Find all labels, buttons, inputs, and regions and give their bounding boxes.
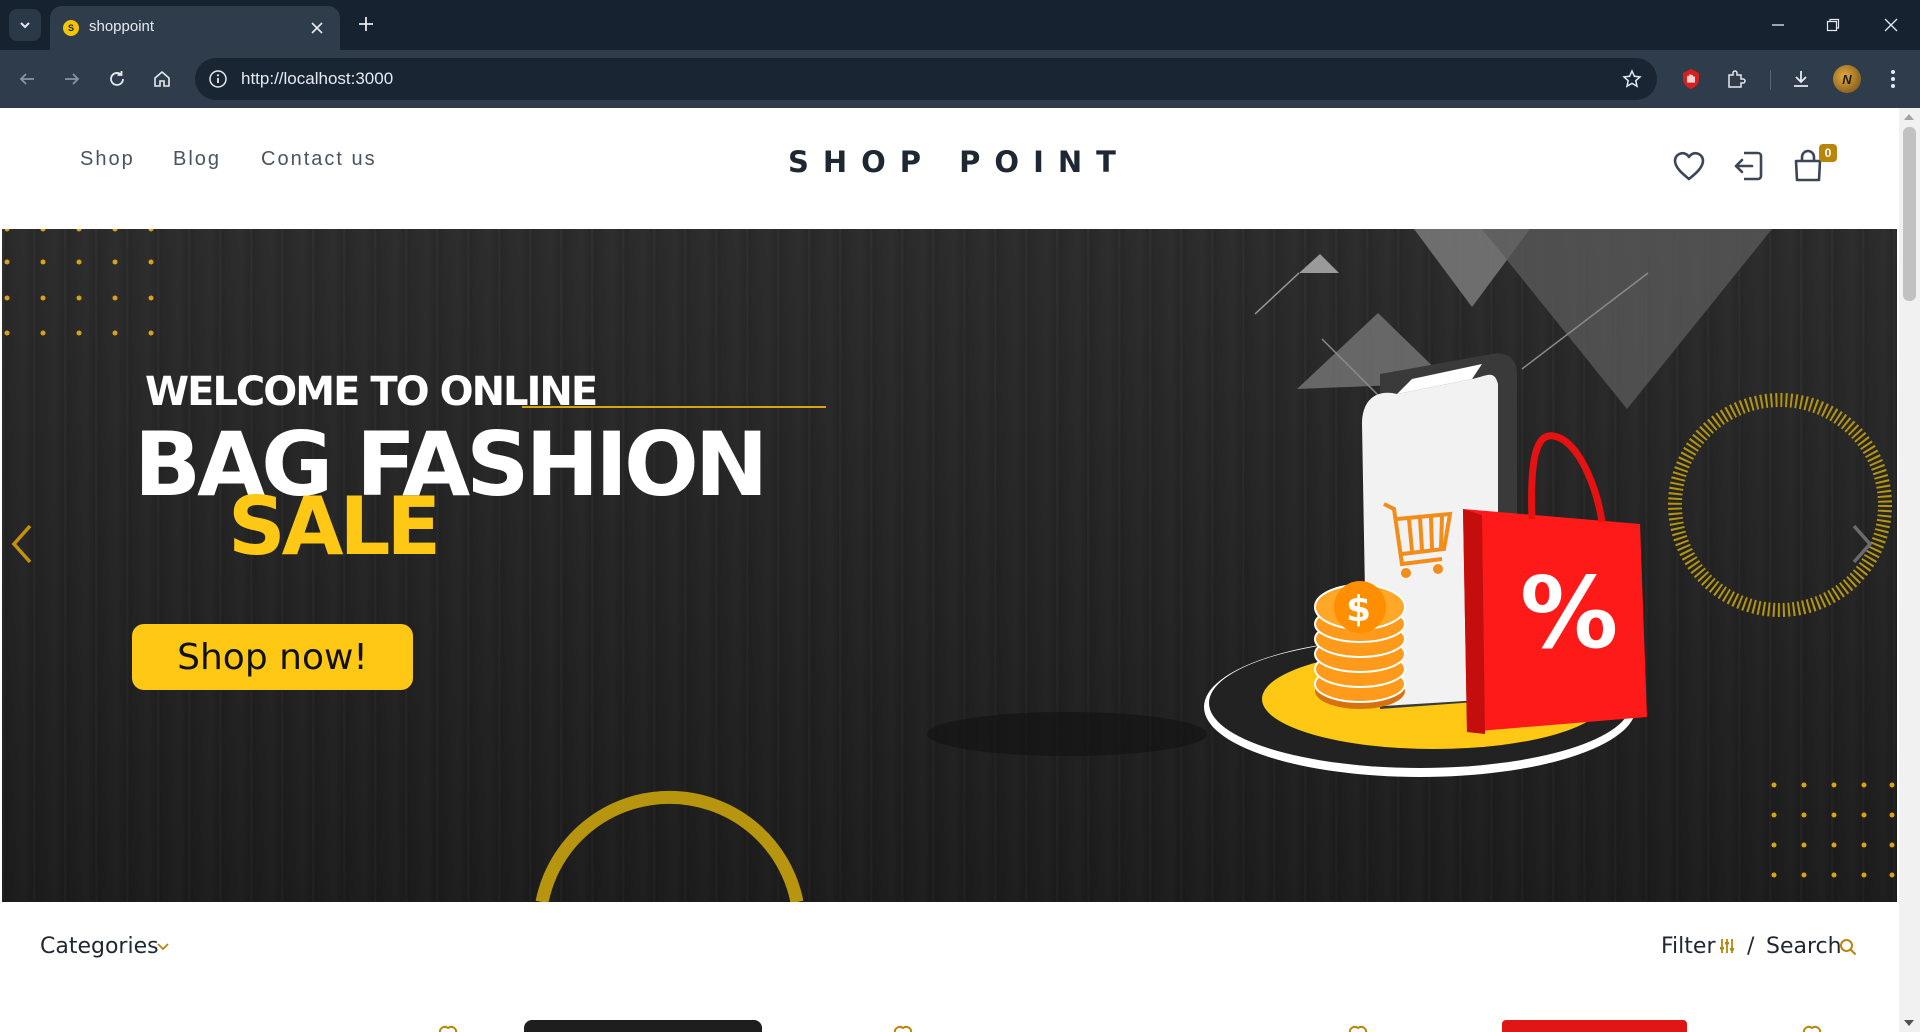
info-icon (209, 70, 227, 88)
tab-search-button[interactable] (9, 9, 41, 41)
forward-button[interactable] (58, 65, 86, 93)
nav-blog-link[interactable]: Blog (173, 148, 221, 171)
minimize-icon (1772, 24, 1784, 26)
profile-avatar[interactable]: N (1833, 65, 1861, 93)
scroll-up-arrow[interactable] (1904, 114, 1914, 120)
close-icon (311, 22, 323, 34)
svg-text:%: % (1520, 557, 1618, 671)
browser-tab[interactable]: S shoppoint (50, 6, 340, 50)
browser-tab-bar: S shoppoint (0, 0, 1920, 50)
menu-button[interactable] (1879, 65, 1907, 93)
heart-icon (1673, 151, 1705, 181)
nav-contact-link[interactable]: Contact us (261, 148, 377, 171)
filter-search-separator: / (1747, 934, 1755, 959)
more-vert-icon (1891, 70, 1895, 88)
nav-shop-link[interactable]: Shop (80, 148, 135, 171)
heart-icon (438, 1025, 458, 1032)
home-icon (154, 70, 170, 87)
favicon-icon: S (63, 20, 79, 36)
login-button[interactable] (1730, 148, 1766, 184)
dot-grid-bottom-right (1771, 782, 1895, 878)
svg-text:$: $ (1346, 589, 1371, 630)
login-icon (1734, 151, 1763, 181)
back-button[interactable] (13, 65, 41, 93)
restore-icon (1826, 18, 1840, 32)
arrow-left-icon (19, 73, 34, 85)
restore-button[interactable] (1820, 12, 1846, 38)
reload-button[interactable] (103, 65, 131, 93)
extension-adblock-button[interactable] (1677, 65, 1705, 93)
site-logo[interactable]: SHOP POINT (788, 145, 1130, 179)
categories-dropdown[interactable]: Categories (40, 934, 159, 959)
coin-stack: $ (1314, 581, 1406, 709)
chevron-right-icon (1852, 524, 1873, 564)
url-text: http://localhost:3000 (241, 69, 394, 88)
site-info-button[interactable] (207, 68, 229, 90)
puzzle-icon (1728, 70, 1746, 88)
chevron-left-icon (11, 524, 32, 564)
download-icon (1794, 71, 1808, 87)
heart-icon (1802, 1025, 1822, 1032)
shop-now-button[interactable]: Shop now! (132, 624, 413, 690)
plus-icon (359, 17, 373, 31)
decorative-arc (535, 790, 804, 902)
page-scrollbar[interactable] (1899, 108, 1920, 1032)
filter-button[interactable]: Filter (1661, 934, 1715, 959)
browser-toolbar: http://localhost:3000 N (0, 50, 1920, 108)
catalog-toolbar: Categories Filter / Search (0, 902, 1899, 992)
heart-icon (1348, 1025, 1368, 1032)
chevron-down-icon[interactable] (156, 940, 170, 954)
hero-welcome-text: WELCOME TO ONLINE (145, 369, 598, 415)
tab-title: shoppoint (89, 18, 155, 35)
reload-icon (110, 71, 124, 86)
tab-close-button[interactable] (306, 17, 328, 39)
site-header: Shop Blog Contact us SHOP POINT 0 (0, 108, 1899, 229)
wishlist-button[interactable] (1671, 148, 1707, 184)
sliders-icon[interactable] (1719, 938, 1735, 954)
carousel-prev-button[interactable] (10, 524, 50, 584)
product-wishlist-icon[interactable] (1347, 1022, 1369, 1032)
web-page: Shop Blog Contact us SHOP POINT 0 % $ WE… (0, 108, 1899, 1032)
search-icon[interactable] (1839, 938, 1857, 956)
scroll-down-arrow[interactable] (1904, 1020, 1914, 1026)
hero-banner: % $ WELCOME TO ONLINE BAG FASHION SALE S… (2, 229, 1897, 902)
product-image[interactable] (1502, 1020, 1687, 1032)
extensions-button[interactable] (1722, 65, 1750, 93)
hero-sale-text: SALE (228, 480, 441, 573)
shopping-illustration: % $ (1204, 353, 1647, 777)
product-wishlist-icon[interactable] (892, 1022, 914, 1032)
heart-icon (893, 1025, 913, 1032)
hand-stop-icon (1683, 69, 1699, 89)
arrow-right-icon (65, 73, 80, 85)
profile-initial: N (1842, 71, 1852, 87)
address-bar[interactable]: http://localhost:3000 (195, 58, 1657, 100)
product-wishlist-icon[interactable] (1801, 1022, 1823, 1032)
product-image[interactable] (524, 1020, 762, 1032)
cart-count-badge: 0 (1819, 144, 1837, 162)
minimize-button[interactable] (1765, 12, 1791, 38)
search-button[interactable]: Search (1766, 934, 1842, 959)
dot-grid-top-left (4, 229, 154, 336)
downloads-button[interactable] (1787, 65, 1815, 93)
new-tab-button[interactable] (354, 12, 378, 36)
star-icon (1622, 69, 1642, 88)
close-icon (1884, 18, 1898, 32)
product-wishlist-icon[interactable] (437, 1022, 459, 1032)
toolbar-divider (1770, 70, 1771, 90)
chevron-down-icon (20, 22, 30, 29)
bookmark-button[interactable] (1621, 68, 1643, 90)
close-window-button[interactable] (1878, 12, 1904, 38)
scrollbar-thumb[interactable] (1903, 127, 1916, 301)
home-button[interactable] (148, 65, 176, 93)
carousel-next-button[interactable] (1850, 524, 1890, 584)
